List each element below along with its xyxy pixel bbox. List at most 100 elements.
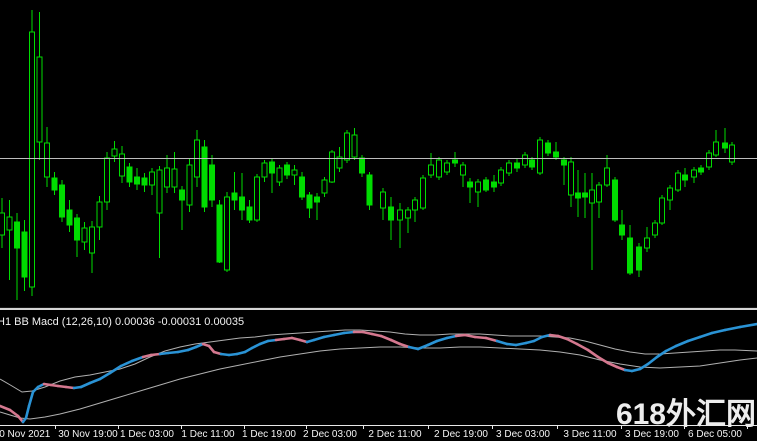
candle-body-solid bbox=[582, 192, 588, 198]
candle-body-hollow bbox=[420, 177, 426, 209]
candle-body-solid bbox=[239, 196, 245, 211]
candle-body-hollow bbox=[659, 197, 665, 224]
bbmacd-main-segment bbox=[454, 333, 467, 338]
candle-body-hollow bbox=[397, 209, 403, 221]
candle-body-hollow bbox=[156, 169, 163, 214]
bbmacd-main-segment bbox=[664, 344, 678, 353]
bbmacd-main-segment bbox=[407, 345, 420, 351]
candle-body-hollow bbox=[444, 162, 450, 173]
candle-body-solid bbox=[366, 174, 373, 206]
candle-body-solid bbox=[66, 209, 73, 226]
bbmacd-main-segment bbox=[332, 331, 346, 337]
bbmacd-main-segment bbox=[322, 333, 336, 339]
candle-body-hollow bbox=[729, 144, 735, 163]
candle-body-hollow bbox=[522, 154, 528, 166]
indicator-label: H1 BB Macd (12,26,10) 0.00036 -0.00031 0… bbox=[0, 316, 245, 328]
candle-body-hollow bbox=[276, 167, 283, 183]
candle-body-hollow bbox=[329, 151, 335, 183]
axis-tick bbox=[55, 426, 56, 429]
price-chart-canvas[interactable] bbox=[0, 0, 757, 307]
watermark-text: 618外汇网 bbox=[615, 398, 756, 431]
candle-body-solid bbox=[467, 181, 473, 188]
bbmacd-main-segment bbox=[723, 325, 742, 332]
time-axis-label: 1 Dec 11:00 bbox=[181, 429, 235, 440]
candle-body-solid bbox=[529, 159, 535, 168]
time-axis-label: 2 Dec 11:00 bbox=[368, 429, 422, 440]
bbmacd-main-segment bbox=[646, 355, 659, 366]
candle-body-hollow bbox=[667, 187, 673, 201]
candle-body-hollow bbox=[475, 181, 481, 193]
bbmacd-main-segment bbox=[250, 342, 262, 350]
candle-body-solid bbox=[179, 189, 185, 201]
time-axis-label: 30 Nov 19:00 bbox=[58, 429, 118, 440]
candle-body-solid bbox=[21, 231, 28, 278]
bbmacd-main-segment bbox=[88, 377, 102, 385]
candle-body-hollow bbox=[81, 227, 88, 243]
candle-body-hollow bbox=[568, 161, 574, 196]
candle-body-solid bbox=[59, 184, 65, 218]
candle-body-solid bbox=[553, 151, 559, 158]
bbmacd-main-segment bbox=[473, 335, 488, 340]
candle-body-hollow bbox=[506, 162, 512, 174]
bbmacd-main-segment bbox=[698, 331, 714, 339]
candle-body-hollow bbox=[44, 142, 50, 178]
bbmacd-main-segment bbox=[370, 332, 383, 338]
upper-band-line bbox=[0, 329, 757, 393]
candle-body-hollow bbox=[380, 191, 386, 209]
candle-body-hollow bbox=[675, 172, 681, 191]
candle-body-hollow bbox=[460, 164, 466, 176]
candle-body-solid bbox=[452, 159, 458, 164]
bbmacd-main-segment bbox=[565, 337, 579, 346]
candle-body-hollow bbox=[6, 216, 13, 231]
candle-body-hollow bbox=[96, 201, 103, 228]
candle-body-hollow bbox=[713, 141, 719, 156]
candle-body-hollow bbox=[186, 164, 193, 206]
bbmacd-main-segment bbox=[463, 333, 477, 339]
candle-body-hollow bbox=[89, 226, 95, 254]
candle-body-solid bbox=[698, 167, 704, 173]
bbmacd-main-segment bbox=[24, 404, 31, 420]
time-axis-label: 2 Dec 03:00 bbox=[303, 429, 357, 440]
bbmacd-main-segment bbox=[130, 355, 145, 363]
candle-body-solid bbox=[612, 179, 618, 221]
candle-body-hollow bbox=[0, 212, 5, 236]
candle-body-hollow bbox=[405, 209, 411, 219]
bbmacd-main-segment bbox=[495, 339, 509, 346]
time-axis-label: 3 Dec 11:00 bbox=[563, 429, 617, 440]
bbmacd-main-segment bbox=[505, 342, 518, 347]
candle-body-solid bbox=[74, 217, 80, 241]
candle-body-solid bbox=[545, 142, 551, 154]
time-axis-label: 1 Dec 19:00 bbox=[242, 429, 296, 440]
candle-body-solid bbox=[575, 192, 581, 199]
bbmacd-main-segment bbox=[514, 341, 528, 347]
candle-body-solid bbox=[299, 176, 305, 198]
bbmacd-main-segment bbox=[435, 336, 449, 343]
candle-body-hollow bbox=[596, 184, 602, 203]
candle-body-solid bbox=[491, 181, 497, 188]
candle-body-hollow bbox=[224, 196, 230, 271]
mt4-chart-window: H1 BB Macd (12,26,10) 0.00036 -0.00031 0… bbox=[0, 0, 757, 441]
candle-body-solid bbox=[231, 192, 238, 201]
candle-body-hollow bbox=[36, 56, 43, 143]
candle-body-solid bbox=[201, 146, 208, 208]
bbmacd-main-segment bbox=[738, 322, 757, 329]
axis-tick bbox=[557, 426, 558, 429]
candle-body-hollow bbox=[261, 162, 268, 178]
candle-body-solid bbox=[51, 177, 58, 191]
candle-body-solid bbox=[514, 162, 520, 169]
candle-body-hollow bbox=[104, 157, 110, 203]
candle-body-hollow bbox=[644, 237, 650, 249]
candle-body-solid bbox=[682, 174, 688, 181]
bbmacd-main-segment bbox=[398, 342, 411, 349]
axis-tick bbox=[428, 426, 429, 429]
bbmacd-main-segment bbox=[638, 362, 650, 371]
candle-body-hollow bbox=[149, 171, 155, 186]
bbmacd-main-segment bbox=[379, 334, 393, 342]
bbmacd-main-segment bbox=[312, 335, 326, 342]
bbmacd-main-segment bbox=[166, 350, 180, 355]
candle-body-hollow bbox=[29, 31, 35, 288]
candle-body-solid bbox=[619, 224, 625, 236]
candle-body-hollow bbox=[344, 132, 350, 161]
candle-body-hollow bbox=[589, 189, 595, 204]
candle-body-hollow bbox=[164, 167, 170, 188]
